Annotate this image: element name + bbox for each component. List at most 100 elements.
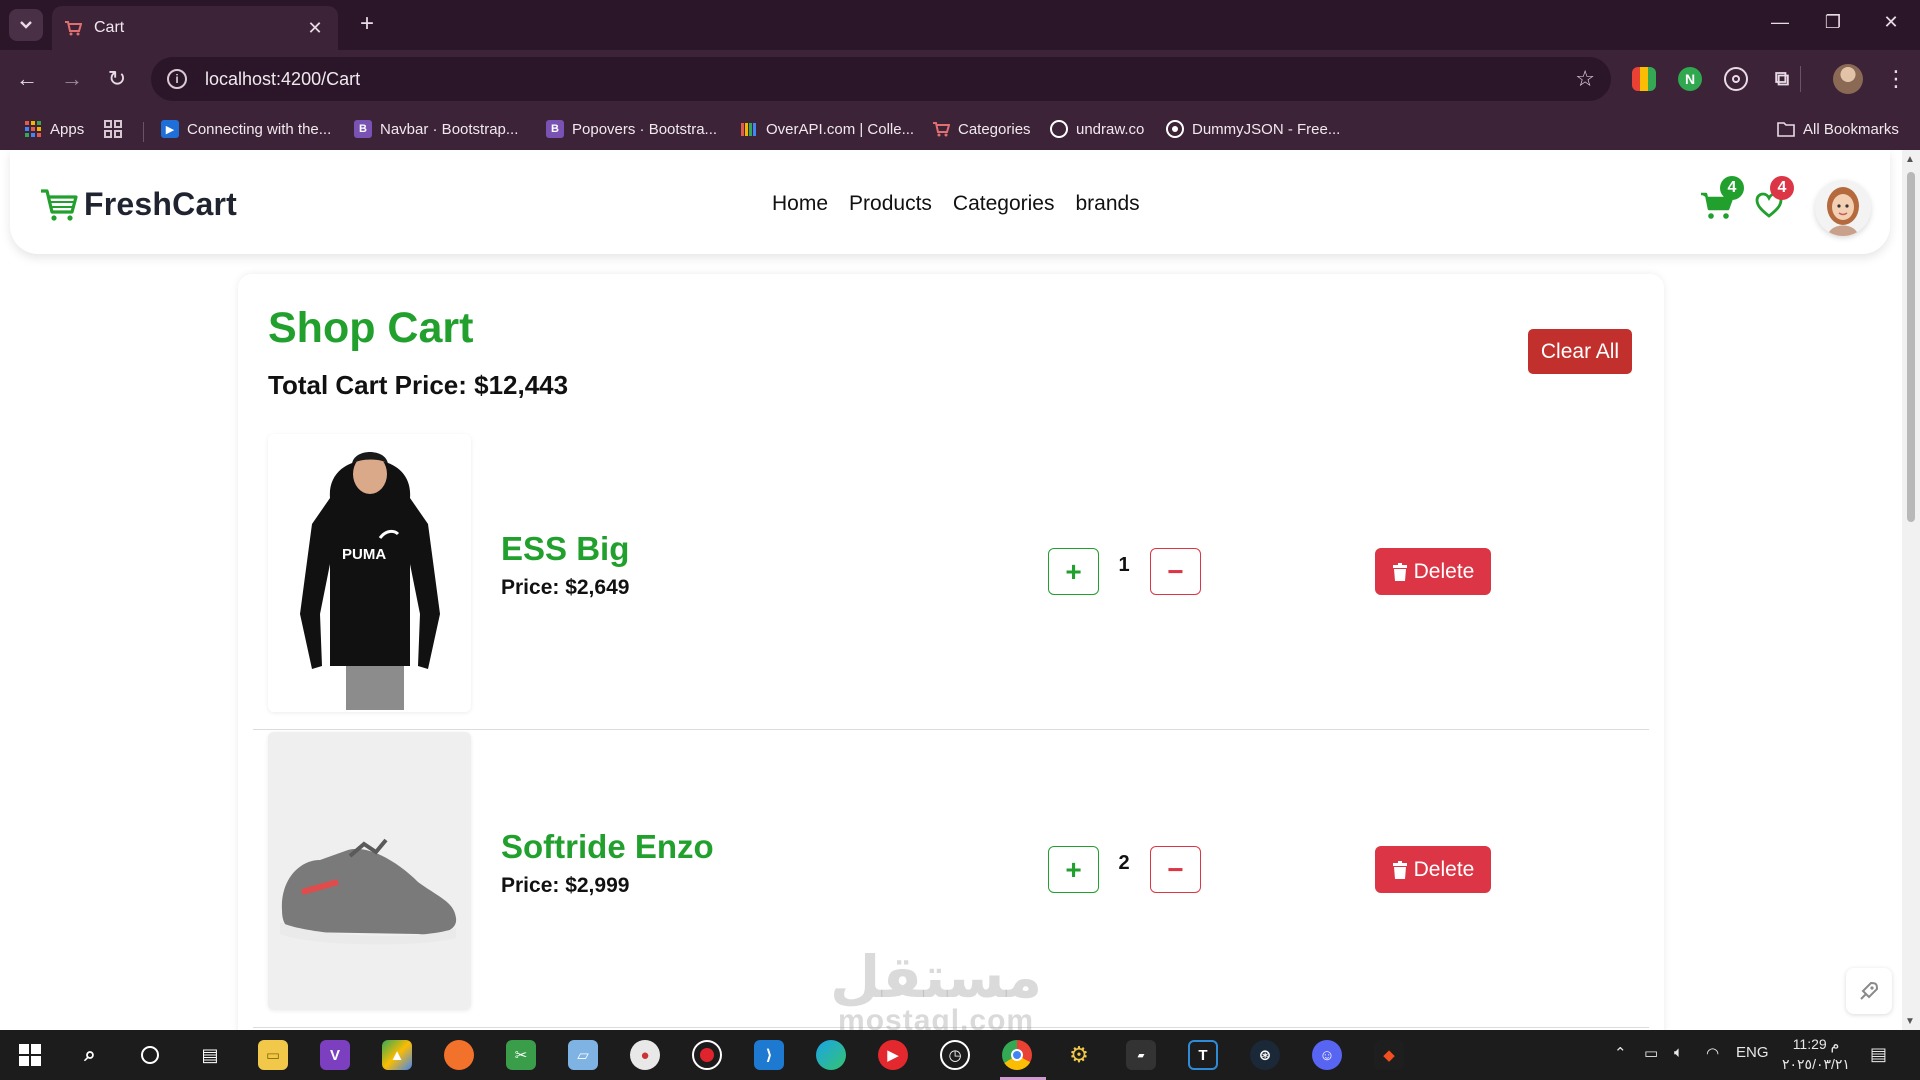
nav-link-products[interactable]: Products [849,192,932,216]
settings-gear-icon[interactable]: ⚙ [1064,1040,1094,1070]
delete-item-button[interactable]: Delete [1375,846,1491,893]
decrease-qty-button[interactable]: − [1150,846,1201,893]
bookmark-label: Apps [50,120,85,138]
restore-button[interactable]: ❐ [1818,12,1848,33]
brand-logo[interactable]: FreshCart [40,186,237,223]
video-icon: ▶ [161,120,179,138]
system-clock[interactable]: 11:29 م ٢٠٢٥/٠٣/٢١ [1782,1034,1850,1074]
vscode-icon[interactable]: ⟩ [754,1040,784,1070]
scroll-up-arrow-icon[interactable]: ▲ [1905,154,1915,165]
increase-qty-button[interactable]: + [1048,846,1099,893]
apps-grid-icon [24,120,42,138]
site-info-icon[interactable]: i [167,69,187,89]
bookmark-dummyjson[interactable]: DummyJSON - Free... [1166,116,1340,142]
steam-icon[interactable]: ⊛ [1250,1040,1280,1070]
edge-icon[interactable] [816,1040,846,1070]
close-tab-icon[interactable]: ✕ [304,18,326,39]
bookmark-navbar-bootstrap[interactable]: B Navbar · Bootstrap... [354,116,518,142]
bookmark-undraw[interactable]: undraw.co [1050,116,1144,142]
extension-target-icon[interactable] [1724,67,1748,91]
close-window-button[interactable]: ✕ [1876,12,1906,33]
brand-name: FreshCart [84,186,237,222]
scroll-down-arrow-icon[interactable]: ▼ [1905,1016,1915,1027]
battery-icon[interactable]: ▭ [1644,1044,1658,1062]
url-text[interactable]: localhost:4200/Cart [205,69,1575,90]
nav-link-brands[interactable]: brands [1075,192,1139,216]
text-editor-icon[interactable]: T [1188,1040,1218,1070]
delete-item-button[interactable]: Delete [1375,548,1491,595]
bookmark-overapi[interactable]: OverAPI.com | Colle... [740,116,914,142]
scroll-thumb[interactable] [1907,172,1915,522]
bookmark-apps[interactable]: Apps [24,116,84,142]
product-name: Softride Enzo [501,828,714,865]
watermark-latin: mostaql.com [838,1004,1035,1031]
youtube-music-icon[interactable]: ▶ [878,1040,908,1070]
product-image-hoodie[interactable]: PUMA [268,434,471,712]
scroll-to-top-button[interactable] [1846,968,1892,1014]
bookmark-label: Popovers · Bootstra... [572,120,718,138]
task-view-icon[interactable]: ▤ [195,1040,225,1070]
paint-icon[interactable]: ● [630,1040,660,1070]
firefox-icon[interactable] [444,1040,474,1070]
nav-link-home[interactable]: Home [772,192,828,216]
page-scrollbar[interactable]: ▲ ▼ [1902,150,1920,1030]
nav-link-categories[interactable]: Categories [953,192,1055,216]
nav-wishlist-button[interactable]: 4 [1755,176,1794,220]
decrease-qty-button[interactable]: − [1150,548,1201,595]
bookmark-grid[interactable] [104,116,130,142]
extensions-puzzle-icon[interactable]: ⧉ [1770,67,1794,91]
volume-icon[interactable]: 🔈︎ [1674,1044,1683,1061]
product-image-sneaker[interactable] [268,732,471,1010]
record-icon[interactable] [692,1040,722,1070]
search-icon[interactable]: ⌕ [75,1040,105,1070]
reload-button[interactable]: ↻ [102,64,132,94]
visual-studio-icon[interactable]: V [320,1040,350,1070]
start-windows-icon[interactable] [15,1040,45,1070]
forward-button[interactable]: → [57,64,87,94]
nav-cart-button[interactable]: 4 [1700,176,1744,224]
browser-profile-avatar[interactable] [1833,64,1863,94]
tab-cart[interactable]: Cart ✕ [52,6,338,50]
discord-icon[interactable]: ☺ [1312,1040,1342,1070]
extension-colorful-icon[interactable] [1632,67,1656,91]
clock-app-icon[interactable]: ◷ [940,1040,970,1070]
delete-label: Delete [1413,857,1475,881]
clear-all-button[interactable]: Clear All [1528,329,1632,374]
notifications-icon[interactable]: ▤ [1870,1044,1887,1065]
mostaql-watermark: مستقل mostaql.com [830,948,1042,1030]
more-menu-icon[interactable]: ⋮ [1885,66,1907,92]
user-avatar[interactable] [1815,180,1871,236]
figma-icon[interactable]: ◆ [1374,1040,1404,1070]
file-explorer-icon[interactable]: ▭ [258,1040,288,1070]
rocket-icon [1860,981,1879,1000]
page-viewport: FreshCart Home Products Categories brand… [0,150,1920,1030]
toolbar-divider [1800,66,1801,92]
minimize-button[interactable]: — [1765,12,1795,33]
all-bookmarks[interactable]: All Bookmarks [1777,116,1899,142]
game-launcher-icon[interactable]: ▰ [1126,1040,1156,1070]
google-drive-icon[interactable]: ▲ [382,1040,412,1070]
cortana-circle-icon[interactable] [135,1040,165,1070]
tray-overflow-icon[interactable]: ⌃ [1614,1044,1627,1062]
bookmark-connecting[interactable]: ▶ Connecting with the... [161,116,331,142]
wifi-icon[interactable]: ◠ [1706,1044,1719,1062]
snipping-tool-icon[interactable]: ✂ [506,1040,536,1070]
notepad-icon[interactable]: ▱ [568,1040,598,1070]
windows-taskbar: ⌕ ▤ ▭ V ▲ ✂ ▱ ● ⟩ ▶ ◷ ⚙ ▰ T ⊛ ☺ ◆ ⌃ ▭ 🔈︎… [0,1030,1920,1080]
clock-date: ٢٠٢٥/٠٣/٢١ [1782,1056,1850,1072]
back-button[interactable]: ← [12,64,42,94]
bookmark-categories[interactable]: Categories [932,116,1031,142]
chrome-icon[interactable] [1002,1040,1032,1070]
address-bar[interactable]: i localhost:4200/Cart ☆ [151,57,1611,101]
bookmark-popovers-bootstrap[interactable]: B Popovers · Bootstra... [546,116,717,142]
extension-n-icon[interactable]: N [1678,67,1702,91]
product-price: Price: $2,999 [501,874,630,897]
tab-search-button[interactable] [9,9,43,41]
bookmark-label: Categories [958,120,1031,138]
new-tab-button[interactable]: + [354,11,380,37]
input-language[interactable]: ENG [1736,1044,1769,1061]
bootstrap-icon: B [546,120,564,138]
bookmark-star-icon[interactable]: ☆ [1575,66,1595,92]
increase-qty-button[interactable]: + [1048,548,1099,595]
trash-icon [1392,562,1407,581]
